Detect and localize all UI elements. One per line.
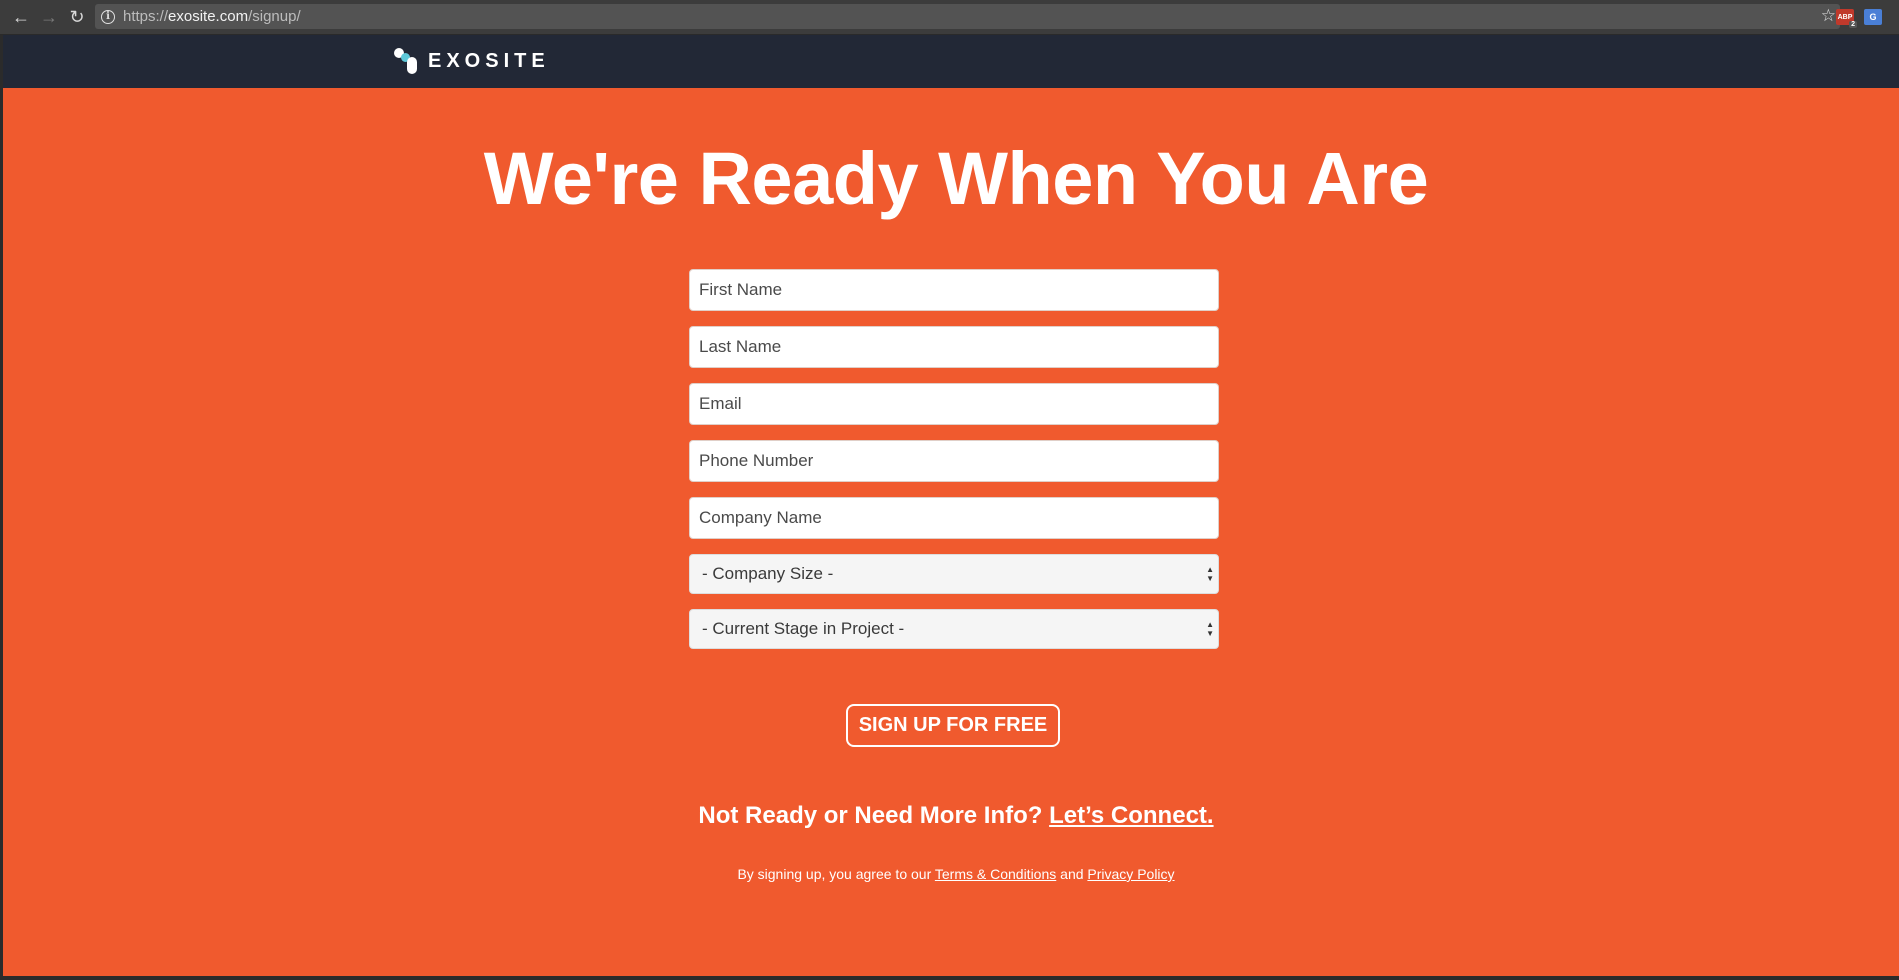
company-name-field[interactable] xyxy=(689,497,1219,539)
company-size-select[interactable]: - Company Size - ▲ ▼ xyxy=(689,554,1219,594)
terms-link[interactable]: Terms & Conditions xyxy=(935,866,1056,882)
logo-text: EXOSITE xyxy=(428,49,550,72)
lets-connect-link[interactable]: Let’s Connect. xyxy=(1049,802,1213,829)
site-info-icon[interactable]: i xyxy=(101,9,115,24)
adblock-label: ABP xyxy=(1837,13,1853,21)
adblock-extension-icon[interactable]: ABP 2 xyxy=(1836,9,1857,28)
url-text[interactable]: https://exosite.com/signup/ xyxy=(123,8,301,25)
legal-notice: By signing up, you agree to our Terms & … xyxy=(3,866,1899,882)
site-header: EXOSITE xyxy=(3,35,1899,88)
phone-number-field[interactable] xyxy=(689,440,1219,482)
exosite-logo-mark-icon xyxy=(394,48,418,74)
legal-middle: and xyxy=(1056,866,1088,882)
privacy-policy-link[interactable]: Privacy Policy xyxy=(1087,866,1174,882)
exosite-logo[interactable]: EXOSITE xyxy=(394,48,550,74)
connect-prefix: Not Ready or Need More Info? xyxy=(698,802,1050,829)
email-field[interactable] xyxy=(689,383,1219,425)
last-name-field[interactable] xyxy=(689,326,1219,368)
company-size-value: - Company Size - xyxy=(702,564,834,583)
translate-extension-icon[interactable]: G xyxy=(1864,9,1882,25)
sign-up-button[interactable]: SIGN UP FOR FREE xyxy=(846,704,1060,747)
project-stage-select[interactable]: - Current Stage in Project - ▲ ▼ xyxy=(689,609,1219,649)
url-path: /signup/ xyxy=(248,8,301,25)
bookmark-star-icon[interactable]: ☆ xyxy=(1821,6,1836,26)
url-scheme: https:// xyxy=(123,8,169,25)
adblock-badge: 2 xyxy=(1849,21,1857,28)
browser-toolbar: ← → ↻ i https://exosite.com/signup/ ☆ AB… xyxy=(0,0,1899,35)
forward-arrow-icon[interactable]: → xyxy=(35,3,63,31)
project-stage-value: - Current Stage in Project - xyxy=(702,619,905,638)
signup-section: We're Ready When You Are - Company Size … xyxy=(3,88,1899,976)
back-arrow-icon[interactable]: ← xyxy=(7,3,35,31)
legal-prefix: By signing up, you agree to our xyxy=(737,866,935,882)
page-title: We're Ready When You Are xyxy=(483,137,1429,220)
address-bar[interactable]: i https://exosite.com/signup/ ☆ xyxy=(95,4,1840,29)
first-name-field[interactable] xyxy=(689,269,1219,311)
translate-label: G xyxy=(1869,12,1877,22)
connect-prompt: Not Ready or Need More Info? Let’s Conne… xyxy=(3,802,1899,830)
select-arrows-icon: ▲ ▼ xyxy=(1206,565,1214,583)
reload-icon[interactable]: ↻ xyxy=(63,3,91,31)
select-arrows-icon: ▲ ▼ xyxy=(1206,620,1214,638)
url-host: exosite.com xyxy=(168,8,249,25)
